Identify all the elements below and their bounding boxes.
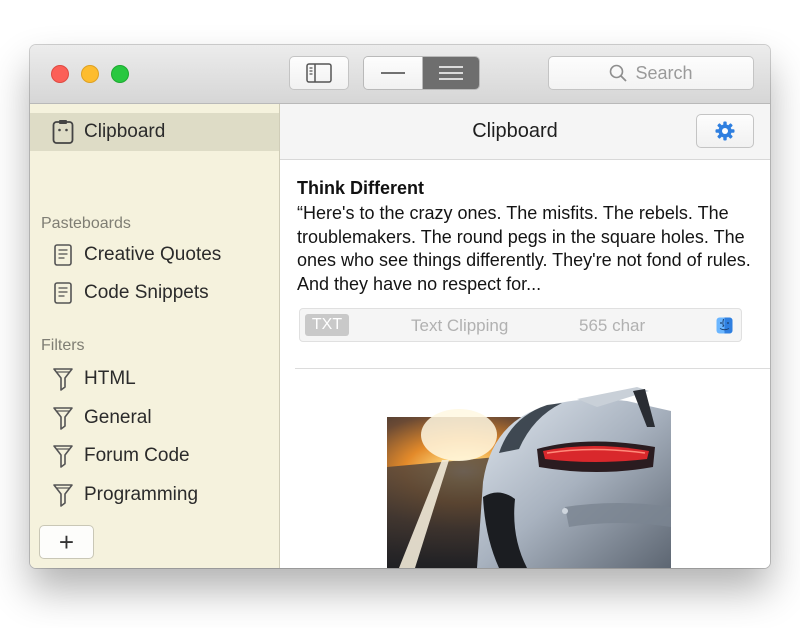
format-badge: TXT <box>305 314 349 336</box>
clipboard-icon <box>52 120 74 144</box>
char-count-label: 565 char <box>579 316 646 335</box>
sidebar-item-label: Code Snippets <box>84 282 209 303</box>
title-bar: Search <box>30 45 770 104</box>
single-line-icon <box>381 72 405 74</box>
clip-info-bar: TXT Text Clipping 565 char <box>299 308 742 342</box>
clip-text[interactable]: “Here's to the crazy ones. The misfits. … <box>297 202 762 296</box>
view-mode-segmented-control <box>363 56 480 90</box>
sidebar-item-label: Clipboard <box>84 121 166 142</box>
sidebar-item-creative-quotes[interactable]: Creative Quotes <box>52 240 221 270</box>
sidebar-item-clipboard[interactable]: Clipboard <box>52 117 165 147</box>
sidebar-item-label: Forum Code <box>84 445 190 466</box>
funnel-icon <box>53 445 73 468</box>
expanded-view-button[interactable] <box>423 57 479 89</box>
sports-car-image[interactable] <box>387 387 671 568</box>
clip-divider <box>295 368 770 369</box>
search-icon <box>610 64 628 82</box>
funnel-icon <box>53 407 73 430</box>
sidebar-item-code-snippets[interactable]: Code Snippets <box>52 278 209 308</box>
sidebar: Clipboard Pasteboards Creative Quotes Co… <box>30 104 280 568</box>
sidebar-item-filter-programming[interactable]: Programming <box>52 480 198 510</box>
document-icon <box>54 282 72 304</box>
settings-button[interactable] <box>696 114 754 148</box>
sidebar-toggle-button[interactable] <box>289 56 349 90</box>
add-button[interactable]: + <box>39 525 94 559</box>
sidebar-item-filter-general[interactable]: General <box>52 403 152 433</box>
compact-view-button[interactable] <box>364 57 423 89</box>
filters-section-header: Filters <box>41 337 85 354</box>
funnel-icon <box>53 368 73 391</box>
finder-icon[interactable] <box>716 317 733 334</box>
sidebar-item-label: Creative Quotes <box>84 244 222 265</box>
clip-title: Think Different <box>297 178 425 198</box>
sidebar-item-label: General <box>84 407 152 428</box>
pasteboards-section-header: Pasteboards <box>41 215 131 232</box>
main-header: Clipboard <box>280 104 770 160</box>
sidebar-item-label: Programming <box>84 484 199 505</box>
app-window: Search Clipboard Pasteboards Creative Qu… <box>30 45 770 568</box>
clip-type-label: Text Clipping <box>411 316 509 335</box>
sidebar-icon <box>306 63 332 83</box>
sidebar-item-label: HTML <box>84 368 136 389</box>
gear-icon <box>715 121 735 141</box>
funnel-icon <box>53 484 73 507</box>
page-title: Clipboard <box>472 120 558 142</box>
menu-lines-icon <box>439 66 463 80</box>
zoom-window-button[interactable] <box>111 65 129 83</box>
main-panel: Clipboard Think Different “Here's to the… <box>280 104 770 568</box>
minimize-window-button[interactable] <box>81 65 99 83</box>
close-window-button[interactable] <box>51 65 69 83</box>
sidebar-item-filter-forum-code[interactable]: Forum Code <box>52 441 190 471</box>
sidebar-item-filter-html[interactable]: HTML <box>52 364 136 394</box>
search-field[interactable]: Search <box>548 56 754 90</box>
document-icon <box>54 244 72 266</box>
search-placeholder: Search <box>635 62 693 83</box>
